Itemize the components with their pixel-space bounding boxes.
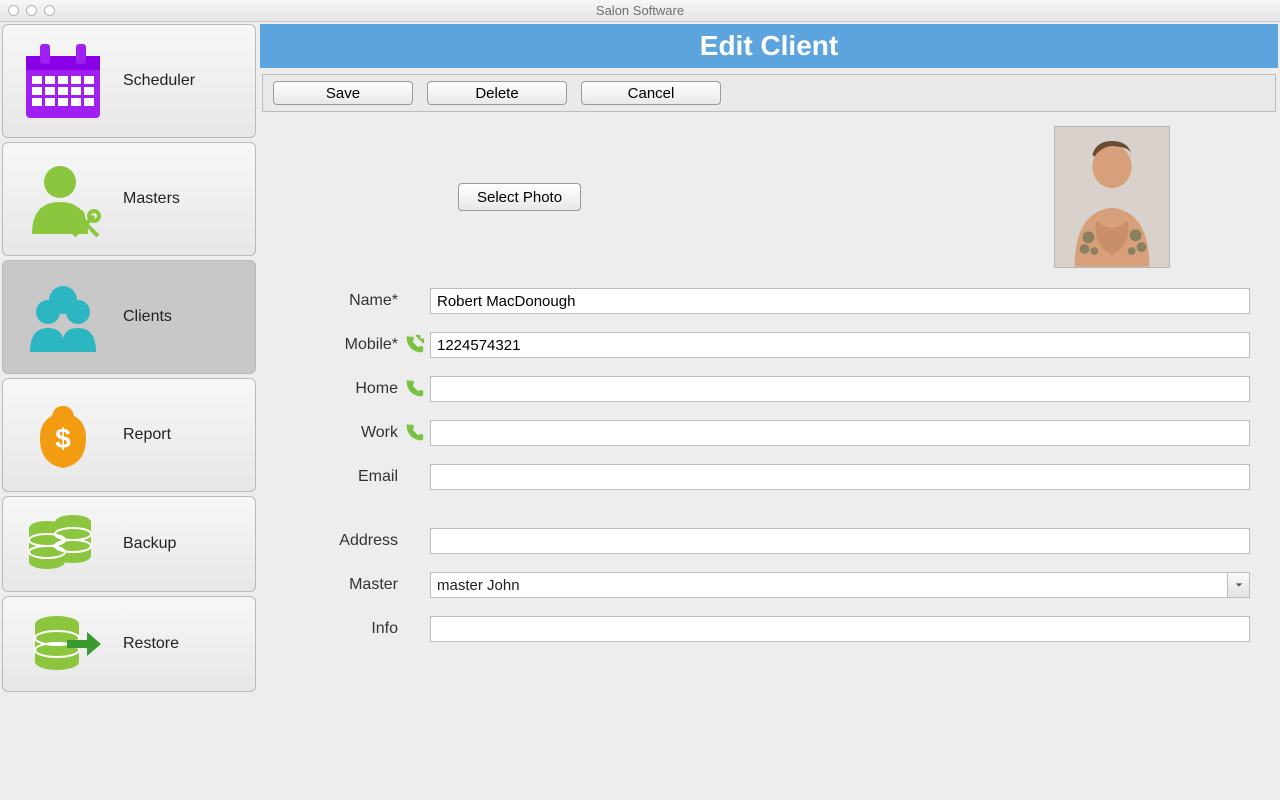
- sidebar-item-label: Scheduler: [123, 72, 255, 90]
- sidebar-item-masters[interactable]: Masters: [2, 142, 256, 256]
- titlebar: Salon Software: [0, 0, 1280, 22]
- save-button[interactable]: Save: [273, 81, 413, 105]
- sidebar-item-report[interactable]: $ Report: [2, 378, 256, 492]
- client-photo: [1054, 126, 1170, 268]
- sidebar: Scheduler Masters: [0, 22, 258, 800]
- photo-placeholder-icon: [1055, 126, 1169, 268]
- home-input[interactable]: [430, 376, 1250, 402]
- master-label: Master: [268, 576, 398, 594]
- name-label: Name*: [268, 292, 398, 310]
- window-title: Salon Software: [0, 3, 1280, 18]
- work-input[interactable]: [430, 420, 1250, 446]
- address-label: Address: [268, 532, 398, 550]
- email-input[interactable]: [430, 464, 1250, 490]
- info-label: Info: [268, 620, 398, 638]
- backup-icon: [3, 508, 123, 580]
- master-select[interactable]: master John: [430, 572, 1250, 598]
- mobile-input[interactable]: [430, 332, 1250, 358]
- sidebar-item-label: Report: [123, 426, 255, 444]
- name-input[interactable]: [430, 288, 1250, 314]
- clients-icon: [3, 274, 123, 360]
- sidebar-item-label: Backup: [123, 535, 255, 553]
- address-input[interactable]: [430, 528, 1250, 554]
- phone-icon: [398, 422, 430, 444]
- report-icon: $: [3, 392, 123, 478]
- content-area: Edit Client Save Delete Cancel Select Ph…: [258, 22, 1280, 800]
- phone-icon: [398, 334, 430, 356]
- sidebar-item-label: Restore: [123, 635, 255, 653]
- calendar-icon: [3, 38, 123, 124]
- sidebar-item-restore[interactable]: Restore: [2, 596, 256, 692]
- sidebar-item-label: Clients: [123, 308, 255, 326]
- master-select-value: master John: [431, 577, 526, 594]
- svg-text:$: $: [55, 423, 71, 454]
- masters-icon: [3, 156, 123, 242]
- cancel-button[interactable]: Cancel: [581, 81, 721, 105]
- phone-icon: [398, 378, 430, 400]
- mobile-label: Mobile*: [268, 336, 398, 354]
- select-photo-button[interactable]: Select Photo: [458, 183, 581, 211]
- home-label: Home: [268, 380, 398, 398]
- sidebar-item-label: Masters: [123, 190, 255, 208]
- info-input[interactable]: [430, 616, 1250, 642]
- restore-icon: [3, 608, 123, 680]
- chevron-down-icon: [1227, 573, 1249, 597]
- toolbar: Save Delete Cancel: [262, 74, 1276, 112]
- email-label: Email: [268, 468, 398, 486]
- work-label: Work: [268, 424, 398, 442]
- sidebar-item-scheduler[interactable]: Scheduler: [2, 24, 256, 138]
- client-form: Name* Mobile* Home: [268, 288, 1250, 642]
- sidebar-item-backup[interactable]: Backup: [2, 496, 256, 592]
- delete-button[interactable]: Delete: [427, 81, 567, 105]
- sidebar-item-clients[interactable]: Clients: [2, 260, 256, 374]
- page-title: Edit Client: [260, 24, 1278, 68]
